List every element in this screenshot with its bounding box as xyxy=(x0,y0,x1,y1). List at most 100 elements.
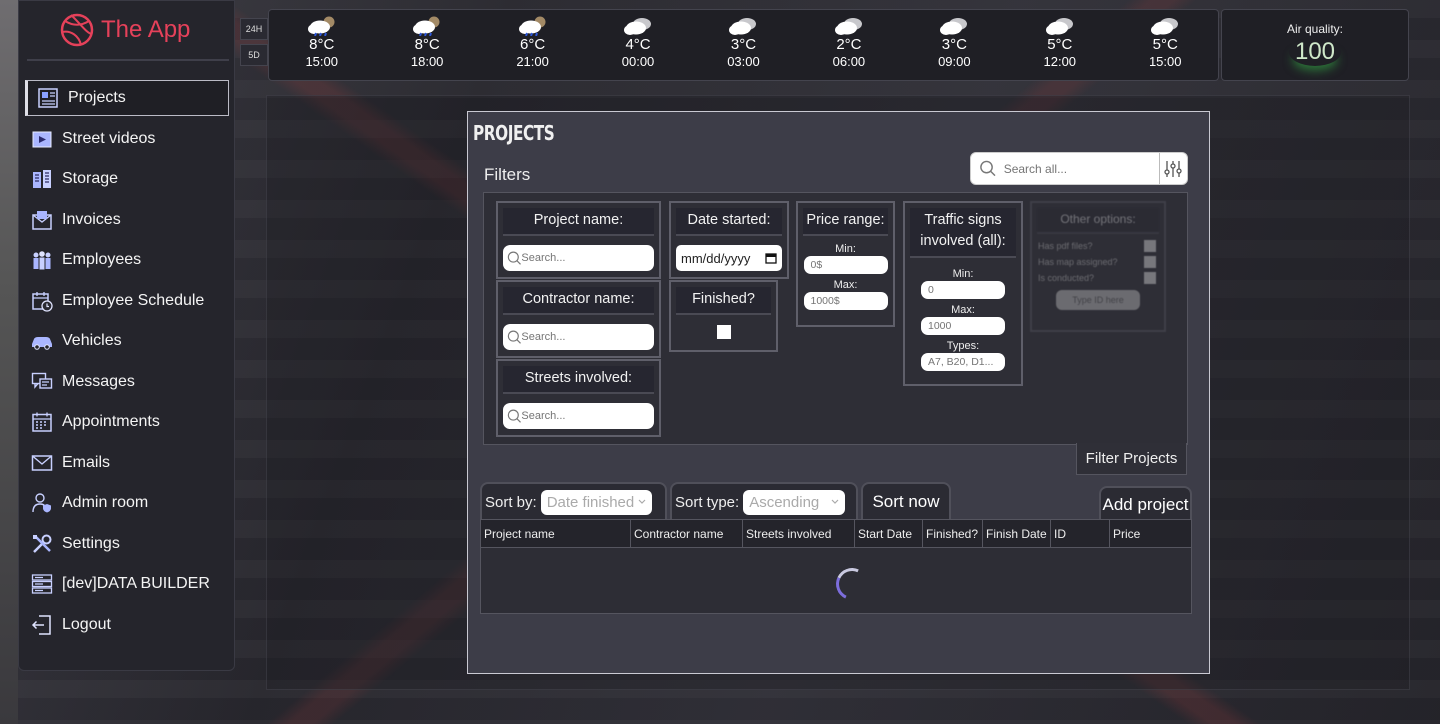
admin-user-icon xyxy=(30,491,54,515)
sort-by-value: Date finished xyxy=(546,493,635,511)
sidebar-item-employee-schedule[interactable]: Employee Schedule xyxy=(25,283,229,319)
forecast-temp: 3°C xyxy=(730,36,757,53)
column-header[interactable]: Finished? xyxy=(923,520,983,547)
project-name-input[interactable] xyxy=(521,252,654,264)
forecast-hour: 2°C 06:00 xyxy=(796,10,901,80)
date-started-input[interactable]: mm/dd/yyyy xyxy=(676,245,782,271)
filter-label: Traffic signs involved (all): xyxy=(910,208,1016,258)
search-input[interactable] xyxy=(999,153,1159,184)
range-5d-button[interactable]: 5D xyxy=(240,44,268,66)
forecast-temp: 2°C xyxy=(836,36,862,53)
signs-min-field xyxy=(921,281,1005,299)
id-input-button[interactable]: Type ID here xyxy=(1056,290,1140,310)
signs-min-input[interactable] xyxy=(928,284,1005,296)
storage-icon xyxy=(30,167,54,191)
search-icon xyxy=(507,409,521,423)
cloud-icon xyxy=(729,18,757,35)
option-row: Has pdf files? xyxy=(1032,234,1164,252)
column-header[interactable]: Contractor name xyxy=(631,520,743,547)
sidebar-item-label: Settings xyxy=(62,534,120,552)
traffic-signs-filter: Traffic signs involved (all): Min: Max: … xyxy=(903,201,1023,386)
sidebar-item-emails[interactable]: Emails xyxy=(25,445,229,481)
logout-icon xyxy=(30,613,54,637)
price-min-field xyxy=(803,256,888,274)
search-icon xyxy=(980,160,996,176)
contractor-name-input[interactable] xyxy=(521,331,654,343)
sidebar-item-logout[interactable]: Logout xyxy=(25,607,229,643)
column-header[interactable]: Project name xyxy=(481,520,631,547)
signs-max-input[interactable] xyxy=(928,320,1005,332)
filter-label: Streets involved: xyxy=(503,366,654,394)
sidebar-item-label: Employee Schedule xyxy=(62,291,205,309)
option-row: Has map assigned? xyxy=(1032,252,1164,268)
filter-projects-button[interactable]: Filter Projects xyxy=(1076,443,1187,475)
forecast-temp: 5°C xyxy=(1047,36,1073,53)
forecast-hour: 5°C 12:00 xyxy=(1007,10,1112,80)
search-all xyxy=(970,152,1188,185)
signs-types-input[interactable] xyxy=(928,356,1005,368)
forecast-time: 09:00 xyxy=(938,54,971,69)
option-label: Is conducted? xyxy=(1038,273,1095,283)
search-icon xyxy=(507,251,521,265)
forecast-hour: 3°C 03:00 xyxy=(691,10,796,80)
loading-spinner xyxy=(831,563,873,605)
cloud-icon xyxy=(940,18,968,35)
forecast-time: 15:00 xyxy=(1148,54,1182,69)
column-header[interactable]: Start Date xyxy=(855,520,923,547)
sidebar-item-admin-room[interactable]: Admin room xyxy=(25,485,229,521)
sidebar-item-employees[interactable]: Employees xyxy=(25,242,229,278)
column-header[interactable]: Price xyxy=(1110,520,1191,547)
sidebar-item-data-builder[interactable]: [dev]DATA BUILDER xyxy=(25,566,229,602)
project-name-filter: Project name: xyxy=(496,201,661,279)
filter-label: Other options: xyxy=(1037,208,1159,234)
weather-range-toggle: 24H 5D xyxy=(240,18,268,70)
sidebar-item-label: Projects xyxy=(68,89,126,106)
forecast-time: 18:00 xyxy=(410,54,444,69)
rain-night-icon xyxy=(518,16,546,36)
sidebar-item-messages[interactable]: Messages xyxy=(25,364,229,400)
sidebar-item-vehicles[interactable]: Vehicles xyxy=(25,323,229,359)
forecast-temp: 8°C xyxy=(309,36,335,53)
sidebar-item-label: Employees xyxy=(62,251,142,268)
streets-involved-input[interactable] xyxy=(521,410,654,422)
price-min-input[interactable] xyxy=(810,259,888,271)
sidebar-item-appointments[interactable]: Appointments xyxy=(25,404,229,440)
filters-area: Project name: Contractor name: Streets i… xyxy=(483,192,1188,445)
sidebar-item-label: Emails xyxy=(62,453,111,471)
option-checkbox[interactable] xyxy=(1144,256,1156,268)
calendar-icon xyxy=(30,410,54,434)
add-project-button[interactable]: Add project xyxy=(1099,486,1192,522)
sort-type-select[interactable]: Ascending xyxy=(743,489,846,515)
price-max-input[interactable] xyxy=(810,295,888,307)
column-header[interactable]: ID xyxy=(1051,520,1110,547)
price-range-filter: Price range: Min: Max: xyxy=(796,201,895,327)
column-header[interactable]: Finish Date xyxy=(983,520,1051,547)
contractor-name-filter: Contractor name: xyxy=(496,280,661,358)
app-logo[interactable]: The App xyxy=(59,9,190,51)
range-24h-button[interactable]: 24H xyxy=(240,18,268,40)
option-checkbox[interactable] xyxy=(1144,272,1156,284)
forecast-hour: 3°C 09:00 xyxy=(902,10,1007,80)
sidebar-item-projects[interactable]: Projects xyxy=(25,80,229,116)
option-checkbox[interactable] xyxy=(1144,240,1156,252)
sidebar-item-street-videos[interactable]: Street videos xyxy=(25,121,229,157)
finished-checkbox[interactable] xyxy=(716,325,731,339)
basketball-icon xyxy=(60,13,94,47)
cloud-icon xyxy=(1151,18,1179,35)
forecast-time: 12:00 xyxy=(1043,54,1077,69)
air-quality-value: 100 xyxy=(1289,38,1341,66)
finished-filter: Finished? xyxy=(669,280,778,352)
column-header[interactable]: Streets involved xyxy=(743,520,855,547)
filters-heading: Filters xyxy=(484,165,531,184)
invoice-icon xyxy=(30,208,54,232)
filter-settings-button[interactable] xyxy=(1158,153,1187,184)
sidebar-item-settings[interactable]: Settings xyxy=(25,526,229,562)
filter-label: Price range: xyxy=(803,208,888,236)
other-options-filter: Other options: Has pdf files? Has map as… xyxy=(1030,201,1166,332)
sort-now-button[interactable]: Sort now xyxy=(861,482,951,520)
calendar-icon[interactable] xyxy=(765,252,777,264)
server-icon xyxy=(30,572,54,596)
sidebar-item-storage[interactable]: Storage xyxy=(25,161,229,197)
sort-by-select[interactable]: Date finished xyxy=(540,489,652,515)
sidebar-item-invoices[interactable]: Invoices xyxy=(25,202,229,238)
